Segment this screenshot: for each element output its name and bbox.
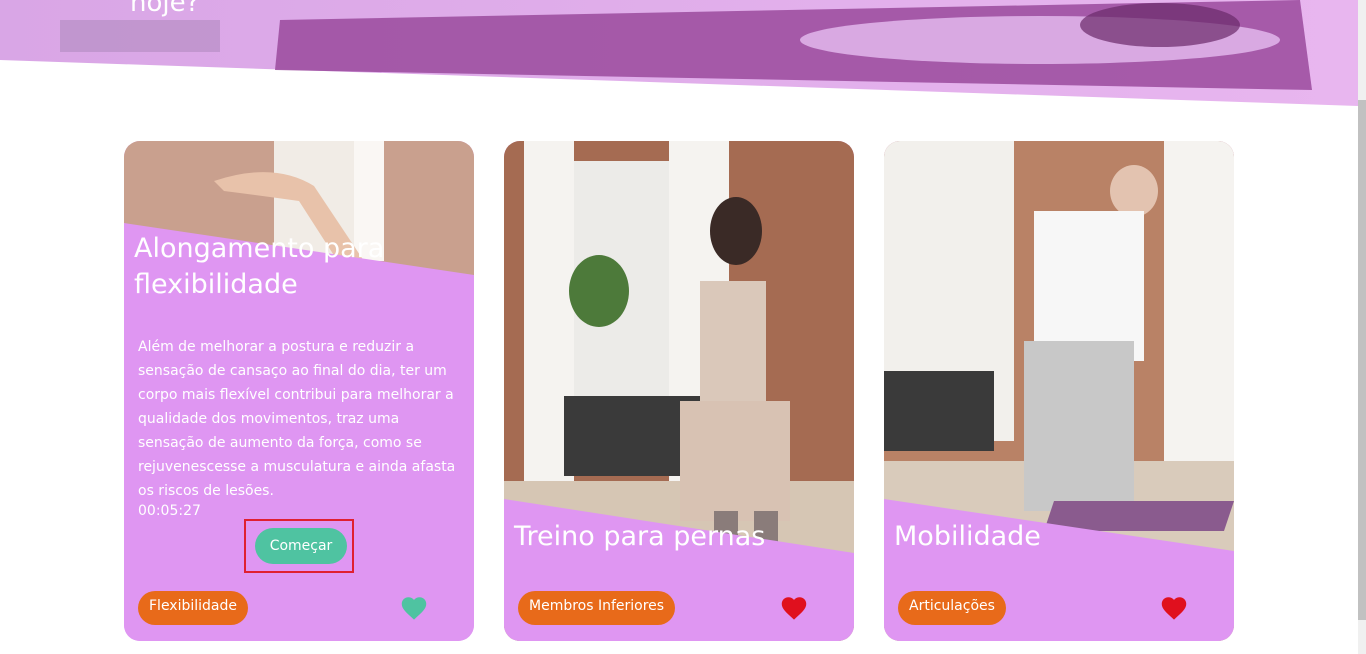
category-tag[interactable]: Articulações: [898, 591, 1006, 625]
page: hoje? Alongamento para flexibilidade Alé…: [0, 0, 1366, 654]
card-photo: [504, 141, 854, 641]
hero-banner: hoje?: [0, 0, 1358, 108]
category-tag[interactable]: Membros Inferiores: [518, 591, 676, 625]
card-title: Mobilidade: [894, 521, 1041, 552]
start-button-highlight: Começar: [244, 519, 354, 573]
card-duration: 00:05:27: [138, 503, 201, 519]
start-button[interactable]: Começar: [255, 528, 347, 564]
scrollbar[interactable]: [1358, 0, 1366, 654]
card-description: Além de melhorar a postura e reduzir a s…: [138, 339, 456, 499]
heart-icon[interactable]: [400, 595, 428, 621]
exercise-card-flexibility: Alongamento para flexibilidade Além de m…: [124, 141, 474, 641]
card-title: Treino para pernas: [514, 521, 766, 552]
exercise-card-mobility: Mobilidade Articulações: [884, 141, 1234, 641]
exercise-card-legs: Treino para pernas Membros Inferiores: [504, 141, 854, 641]
hero-image: [0, 0, 1358, 106]
card-title: Alongamento para flexibilidade: [134, 233, 385, 300]
scrollbar-thumb[interactable]: [1358, 100, 1366, 620]
heart-icon[interactable]: [780, 595, 808, 621]
hero-heading-fragment: hoje?: [130, 0, 200, 18]
card-photo: [884, 141, 1234, 641]
heart-icon[interactable]: [1160, 595, 1188, 621]
category-tag[interactable]: Flexibilidade: [138, 591, 249, 625]
